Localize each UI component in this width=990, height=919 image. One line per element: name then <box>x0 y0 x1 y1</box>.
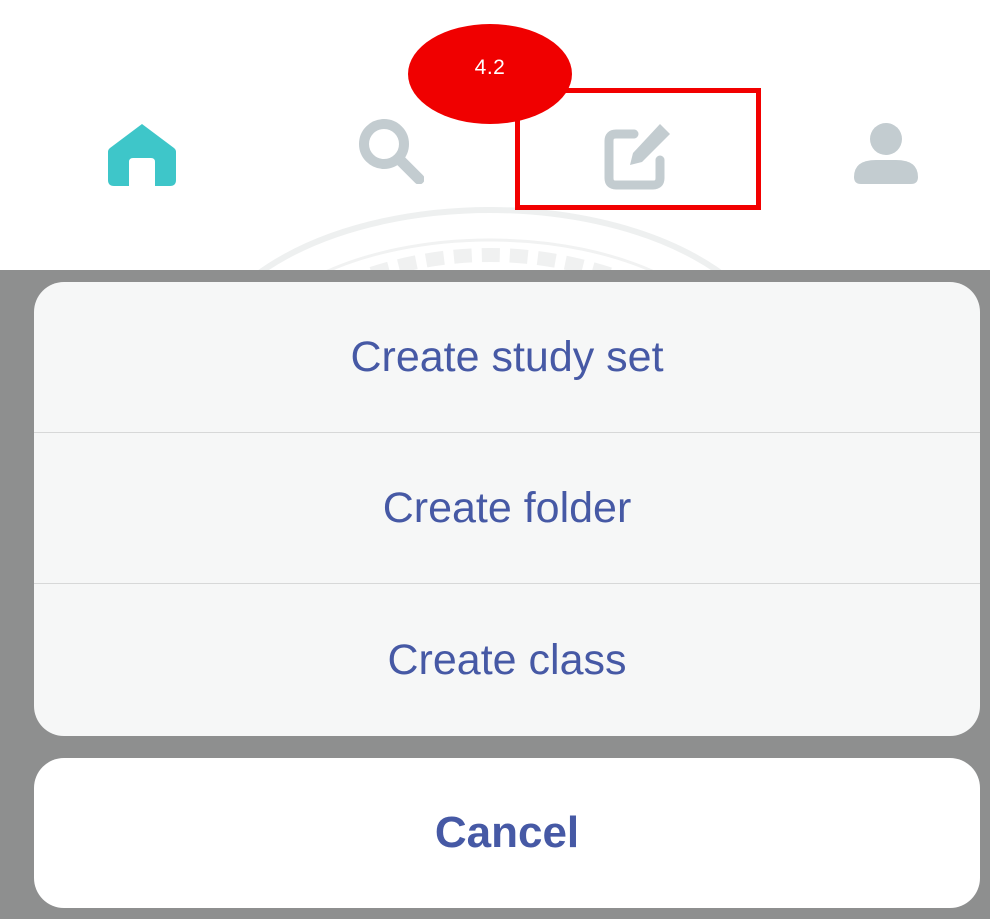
action-sheet-overlay[interactable]: Create study set Create folder Create cl… <box>0 270 990 919</box>
tab-bar: 4.2 <box>0 0 990 370</box>
annotation-label-text: 4.2 <box>474 56 506 79</box>
tab-home-icon[interactable] <box>108 122 176 186</box>
tab-profile-icon[interactable] <box>854 122 918 184</box>
tab-search-icon[interactable] <box>358 118 424 184</box>
action-sheet-options: Create study set Create folder Create cl… <box>34 282 980 736</box>
annotation-label: 4.2 <box>408 24 572 124</box>
create-folder-button[interactable]: Create folder <box>34 433 980 584</box>
create-class-button[interactable]: Create class <box>34 584 980 736</box>
create-study-set-button[interactable]: Create study set <box>34 282 980 433</box>
cancel-button[interactable]: Cancel <box>34 758 980 908</box>
